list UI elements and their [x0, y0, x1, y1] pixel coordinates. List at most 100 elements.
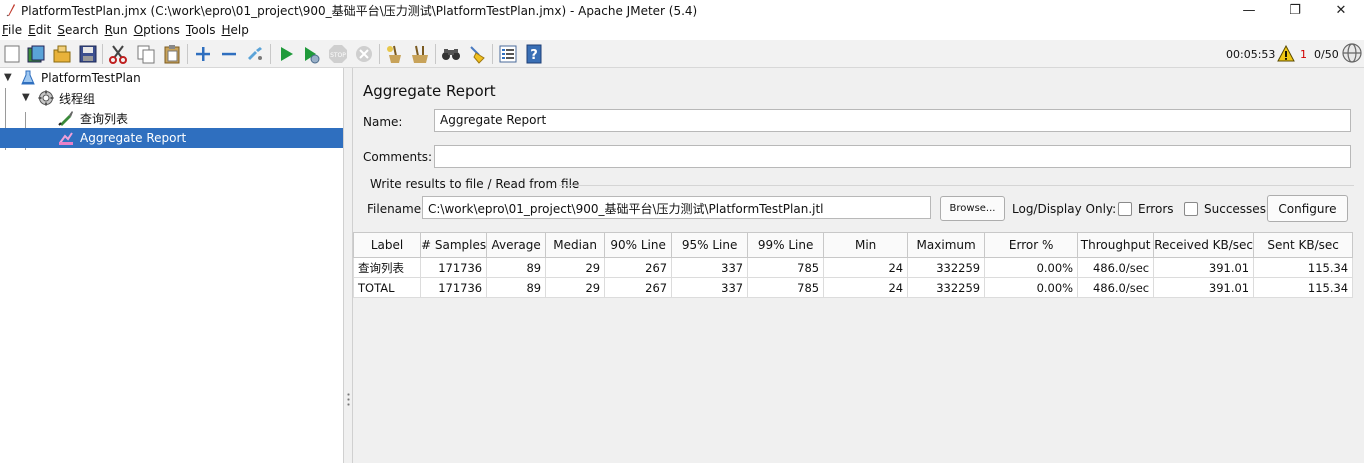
aggregate-table: Label # Samples Average Median 90% Line … — [353, 232, 1354, 298]
successes-label[interactable]: Successes — [1204, 202, 1266, 216]
table-cell: 267 — [604, 277, 673, 298]
stop-icon[interactable]: STOP — [327, 43, 349, 65]
warning-icon[interactable] — [1277, 45, 1295, 63]
minimize-button[interactable]: — — [1226, 0, 1272, 20]
active-threads: 0/50 — [1314, 48, 1339, 61]
menu-run[interactable]: Run — [105, 23, 128, 37]
column-header-average[interactable]: Average — [486, 232, 547, 258]
name-field[interactable]: Aggregate Report — [434, 109, 1351, 132]
svg-text:STOP: STOP — [330, 52, 346, 59]
search-icon[interactable] — [440, 43, 462, 65]
table-row[interactable]: TOTAL 171736 89 29 267 337 785 24 332259… — [353, 277, 1354, 298]
column-header-samples[interactable]: # Samples — [419, 232, 488, 258]
remote-status-icon[interactable] — [1342, 43, 1362, 63]
cut-icon[interactable] — [107, 43, 129, 65]
errors-checkbox[interactable] — [1118, 202, 1132, 216]
start-icon[interactable] — [275, 43, 297, 65]
column-header-99-line[interactable]: 99% Line — [747, 232, 825, 258]
menu-search-rest: earch — [64, 23, 99, 37]
menu-edit-mnemonic: E — [28, 23, 36, 37]
menu-tools[interactable]: Tools — [186, 23, 216, 37]
browse-button[interactable]: Browse... — [940, 196, 1005, 221]
open-icon[interactable] — [51, 43, 73, 65]
toggle-icon[interactable] — [244, 43, 266, 65]
filename-field[interactable]: C:\work\epro\01_project\900_基础平台\压力测试\Pl… — [422, 196, 931, 219]
column-header-median[interactable]: Median — [545, 232, 606, 258]
test-plan-icon — [21, 70, 35, 85]
column-header-label[interactable]: Label — [353, 232, 421, 258]
table-cell: 89 — [486, 277, 547, 298]
table-cell: 171736 — [419, 257, 488, 278]
errors-label[interactable]: Errors — [1138, 202, 1174, 216]
collapse-icon[interactable] — [218, 43, 240, 65]
column-header-received[interactable]: Received KB/sec — [1153, 232, 1255, 258]
column-header-error[interactable]: Error % — [984, 232, 1079, 258]
collapse-arrow-icon[interactable]: ▼ — [4, 73, 14, 83]
templates-icon[interactable] — [25, 43, 47, 65]
drag-handle-icon[interactable] — [347, 392, 350, 406]
column-header-maximum[interactable]: Maximum — [907, 232, 986, 258]
clear-icon[interactable] — [383, 43, 405, 65]
menu-options[interactable]: Options — [134, 23, 180, 37]
maximize-button[interactable]: ❐ — [1272, 0, 1318, 20]
toolbar-separator — [187, 44, 188, 64]
tree-item-label: Aggregate Report — [80, 131, 187, 145]
table-cell: 0.00% — [984, 257, 1079, 278]
table-cell: 115.34 — [1253, 257, 1354, 278]
column-header-95-line[interactable]: 95% Line — [671, 232, 749, 258]
tree-item-thread-group[interactable]: ▼ 线程组 — [0, 88, 343, 108]
paste-icon[interactable] — [161, 43, 183, 65]
menu-search[interactable]: Search — [57, 23, 98, 37]
toolbar-separator — [492, 44, 493, 64]
shutdown-icon[interactable] — [353, 43, 375, 65]
help-icon[interactable]: ? — [523, 43, 545, 65]
collapse-arrow-icon[interactable]: ▼ — [22, 93, 32, 103]
table-cell: 115.34 — [1253, 277, 1354, 298]
column-header-throughput[interactable]: Throughput — [1077, 232, 1155, 258]
menu-bar: File Edit Search Run Options Tools Help — [0, 20, 1364, 40]
table-cell: 785 — [747, 257, 825, 278]
menu-tools-rest: ools — [191, 23, 216, 37]
menu-help[interactable]: Help — [222, 23, 249, 37]
copy-icon[interactable] — [135, 43, 157, 65]
start-no-pauses-icon[interactable] — [300, 43, 322, 65]
table-cell: 0.00% — [984, 277, 1079, 298]
table-cell: 337 — [671, 257, 749, 278]
table-header-row: Label # Samples Average Median 90% Line … — [353, 232, 1354, 258]
successes-checkbox[interactable] — [1184, 202, 1198, 216]
column-header-min[interactable]: Min — [823, 232, 909, 258]
menu-run-rest: un — [112, 23, 128, 37]
tree-item-label: 查询列表 — [80, 111, 129, 126]
clear-all-icon[interactable] — [409, 43, 431, 65]
panel-title: Aggregate Report — [363, 82, 496, 100]
save-icon[interactable] — [77, 43, 99, 65]
group-border — [559, 185, 1354, 186]
close-button[interactable]: ✕ — [1318, 0, 1364, 20]
tree-item-sampler[interactable]: 查询列表 — [0, 108, 343, 128]
configure-button[interactable]: Configure — [1267, 195, 1348, 222]
table-cell: 29 — [545, 277, 606, 298]
new-icon[interactable] — [1, 43, 23, 65]
menu-help-rest: elp — [230, 23, 249, 37]
menu-edit[interactable]: Edit — [28, 23, 51, 37]
http-sampler-icon — [58, 111, 73, 126]
tree-item-aggregate-report[interactable]: Aggregate Report — [0, 128, 343, 148]
column-header-sent[interactable]: Sent KB/sec — [1253, 232, 1354, 258]
table-cell: 查询列表 — [353, 257, 421, 278]
tree-item-test-plan[interactable]: ▼ PlatformTestPlan — [0, 68, 343, 88]
comments-label: Comments: — [363, 150, 433, 164]
comments-field[interactable] — [434, 145, 1351, 168]
table-row[interactable]: 查询列表 171736 89 29 267 337 785 24 332259 … — [353, 257, 1354, 278]
split-pane-divider[interactable] — [343, 68, 353, 463]
menu-search-mnemonic: S — [57, 23, 65, 37]
toolbar: STOP ? 00:05:53 1 0/50 — [0, 40, 1364, 68]
reset-search-icon[interactable] — [466, 43, 488, 65]
function-helper-icon[interactable] — [497, 43, 519, 65]
column-header-90-line[interactable]: 90% Line — [604, 232, 673, 258]
menu-file[interactable]: File — [2, 23, 22, 37]
thread-group-icon — [38, 90, 54, 106]
table-cell: 391.01 — [1153, 257, 1255, 278]
elapsed-time: 00:05:53 — [1226, 48, 1276, 61]
expand-icon[interactable] — [192, 43, 214, 65]
table-cell: 267 — [604, 257, 673, 278]
